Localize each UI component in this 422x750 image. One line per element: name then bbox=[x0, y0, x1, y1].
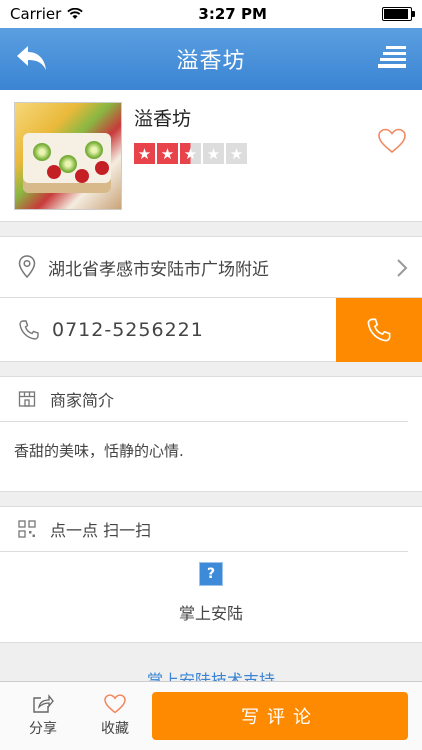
write-review-button[interactable]: 写评论 bbox=[152, 692, 408, 740]
share-icon bbox=[33, 694, 54, 713]
bottom-toolbar: 分享 收藏 写评论 bbox=[0, 681, 422, 750]
intro-heading: 商家简介 bbox=[50, 391, 115, 410]
wifi-icon bbox=[67, 8, 84, 19]
share-button[interactable]: 分享 bbox=[14, 694, 72, 738]
battery-icon bbox=[381, 7, 415, 21]
call-button[interactable] bbox=[336, 298, 422, 362]
status-bar: Carrier 3:27 PM bbox=[0, 0, 422, 28]
intro-header: 商家简介 bbox=[0, 377, 408, 422]
shop-header: 溢香坊 ★ ★ ★ ★ ★ bbox=[0, 90, 422, 222]
star-icon: ★ bbox=[226, 143, 247, 164]
rating-stars: ★ ★ ★ ★ ★ bbox=[134, 143, 408, 164]
phone-number: 0712-5256221 bbox=[52, 318, 204, 341]
intro-section: 商家简介 香甜的美味，恬静的心情. bbox=[0, 376, 422, 492]
location-pin-icon bbox=[18, 255, 36, 279]
star-icon: ★ bbox=[203, 143, 224, 164]
share-label: 分享 bbox=[29, 721, 57, 737]
favorite-button[interactable]: 收藏 bbox=[86, 694, 144, 738]
qr-header: 点一点 扫一扫 bbox=[0, 507, 408, 552]
qr-code-icon bbox=[18, 520, 36, 538]
favorite-label: 收藏 bbox=[101, 721, 129, 737]
back-arrow-icon[interactable] bbox=[14, 42, 50, 76]
chevron-right-icon bbox=[397, 259, 408, 277]
shop-name: 溢香坊 bbox=[134, 108, 192, 130]
star-half-icon: ★ bbox=[180, 143, 201, 164]
address-text: 湖北省孝感市安陆市广场附近 bbox=[48, 259, 269, 280]
qr-section: 点一点 扫一扫 ? 掌上安陆 bbox=[0, 506, 422, 643]
nav-bar: 溢香坊 bbox=[0, 28, 422, 90]
qr-heading: 点一点 扫一扫 bbox=[50, 521, 152, 540]
intro-text: 香甜的美味，恬静的心情. bbox=[14, 442, 184, 460]
store-icon bbox=[18, 391, 36, 407]
phone-row: 0712-5256221 bbox=[0, 298, 422, 362]
menu-icon[interactable] bbox=[378, 44, 408, 72]
phone-call-icon bbox=[367, 318, 391, 342]
star-icon: ★ bbox=[134, 143, 155, 164]
heart-icon bbox=[104, 694, 126, 714]
qr-code-image: ? bbox=[199, 562, 223, 586]
phone-icon bbox=[19, 319, 39, 340]
status-time: 3:27 PM bbox=[198, 5, 267, 23]
heart-icon[interactable] bbox=[378, 128, 406, 154]
qr-item[interactable]: ? 掌上安陆 bbox=[0, 552, 422, 642]
address-row[interactable]: 湖北省孝感市安陆市广场附近 bbox=[0, 236, 422, 298]
qr-label: 掌上安陆 bbox=[178, 604, 243, 623]
star-icon: ★ bbox=[157, 143, 178, 164]
shop-photo bbox=[14, 102, 122, 210]
page-title: 溢香坊 bbox=[176, 49, 246, 74]
carrier-label: Carrier bbox=[10, 5, 62, 23]
